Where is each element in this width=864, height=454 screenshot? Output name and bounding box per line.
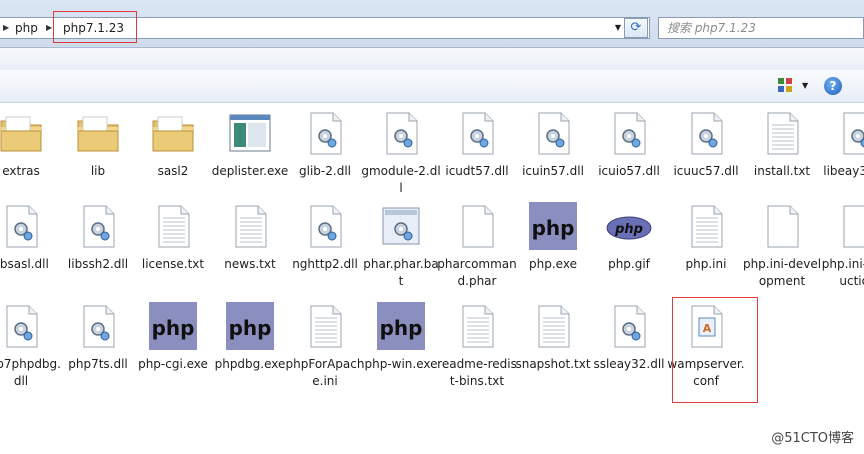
php-logo-icon: php <box>149 302 197 350</box>
exe-app-icon <box>226 109 274 157</box>
file-name: libeay32.dll <box>823 164 864 178</box>
php-logo-icon: php <box>226 302 274 350</box>
file-name: icuio57.dll <box>598 164 660 178</box>
file-name: news.txt <box>224 257 276 271</box>
watermark: @51CTO博客 <box>771 431 854 446</box>
text-file-icon <box>149 202 197 250</box>
file-name: nghttp2.dll <box>292 257 358 271</box>
text-file-icon <box>453 302 501 350</box>
dll-icon <box>301 202 349 250</box>
file-name: icudt57.dll <box>445 164 509 178</box>
file-name: deplister.exe <box>211 164 289 178</box>
breadcrumb-arrow-icon[interactable]: ▶ <box>3 18 9 38</box>
file-name: php.ini-production <box>821 257 864 288</box>
file-name: extras <box>2 164 40 178</box>
text-file-icon <box>529 302 577 350</box>
file-name: gmodule-2.dll <box>361 164 441 195</box>
file-name: php7phpdbg.dll <box>0 357 61 388</box>
dll-icon <box>834 109 864 157</box>
file-name: lib <box>90 164 106 178</box>
text-file-icon <box>226 202 274 250</box>
php-logo-icon: php <box>377 302 425 350</box>
blank-file-icon <box>453 202 501 250</box>
file-name: php.ini-development <box>742 257 822 288</box>
blank-file-icon <box>758 202 806 250</box>
view-dropdown-icon[interactable]: ▼ <box>802 78 808 94</box>
folder-icon <box>74 109 122 157</box>
file-name: phpdbg.exe <box>214 357 286 371</box>
folder-icon <box>149 109 197 157</box>
file-name: icuuc57.dll <box>673 164 739 178</box>
dll-icon <box>605 302 653 350</box>
file-name: phar.phar.bat <box>363 257 439 288</box>
file-name: libsasl.dll <box>0 257 49 271</box>
dll-icon <box>377 109 425 157</box>
refresh-button[interactable]: ⟳ <box>624 18 648 38</box>
file-name: php.exe <box>529 257 577 271</box>
file-name: php-cgi.exe <box>138 357 208 371</box>
bat-file-icon <box>377 202 425 250</box>
file-name: icuin57.dll <box>522 164 584 178</box>
breadcrumb[interactable]: ▶ php ▶ php7.1.23 ▼ <box>0 11 650 43</box>
file-name: libssh2.dll <box>67 257 129 271</box>
dll-icon <box>0 202 45 250</box>
breadcrumb-arrow-icon[interactable]: ▶ <box>46 18 52 38</box>
svg-text:php: php <box>380 316 423 340</box>
search-box[interactable] <box>658 17 864 39</box>
svg-text:php: php <box>532 216 575 240</box>
dll-icon <box>682 109 730 157</box>
refresh-icon: ⟳ <box>630 20 642 35</box>
file-name: php7ts.dll <box>68 357 128 371</box>
file-name: snapshot.txt <box>515 357 591 371</box>
svg-text:php: php <box>614 222 643 237</box>
file-name: phpForApache.ini <box>285 357 365 388</box>
blank-file-icon <box>834 202 864 250</box>
svg-text:php: php <box>152 316 195 340</box>
file-name: install.txt <box>753 164 811 178</box>
file-name: glib-2.dll <box>299 164 351 178</box>
text-file-icon <box>758 109 806 157</box>
file-name: php.ini <box>685 257 727 271</box>
breadcrumb-item-php[interactable]: php <box>15 18 38 38</box>
file-name: license.txt <box>141 257 205 271</box>
file-name: sasl2 <box>157 164 189 178</box>
view-options-icon[interactable] <box>778 78 794 94</box>
file-name: readme-redist-bins.txt <box>437 357 517 388</box>
dll-icon <box>529 109 577 157</box>
address-bar: ▶ php ▶ php7.1.23 ▼ ⟳ <box>0 0 864 48</box>
text-file-icon <box>682 202 730 250</box>
file-name: ssleay32.dll <box>593 357 665 371</box>
file-name: pharcommand.phar <box>437 257 517 288</box>
svg-text:php: php <box>229 316 272 340</box>
search-input[interactable] <box>659 18 864 38</box>
dll-icon <box>453 109 501 157</box>
dll-icon <box>74 302 122 350</box>
php-logo-icon: php <box>529 202 577 250</box>
php-oval-icon: php <box>605 202 653 250</box>
highlight-box <box>53 11 137 43</box>
dll-icon <box>0 302 45 350</box>
text-file-icon <box>301 302 349 350</box>
file-name: php.gif <box>608 257 650 271</box>
toolbar <box>0 48 864 70</box>
dll-icon <box>74 202 122 250</box>
dll-icon <box>301 109 349 157</box>
folder-icon <box>0 109 45 157</box>
file-name: php-win.exe <box>364 357 438 371</box>
command-bar <box>0 70 864 103</box>
highlight-box <box>672 297 758 403</box>
help-button[interactable]: ? <box>824 77 842 95</box>
dll-icon <box>605 109 653 157</box>
